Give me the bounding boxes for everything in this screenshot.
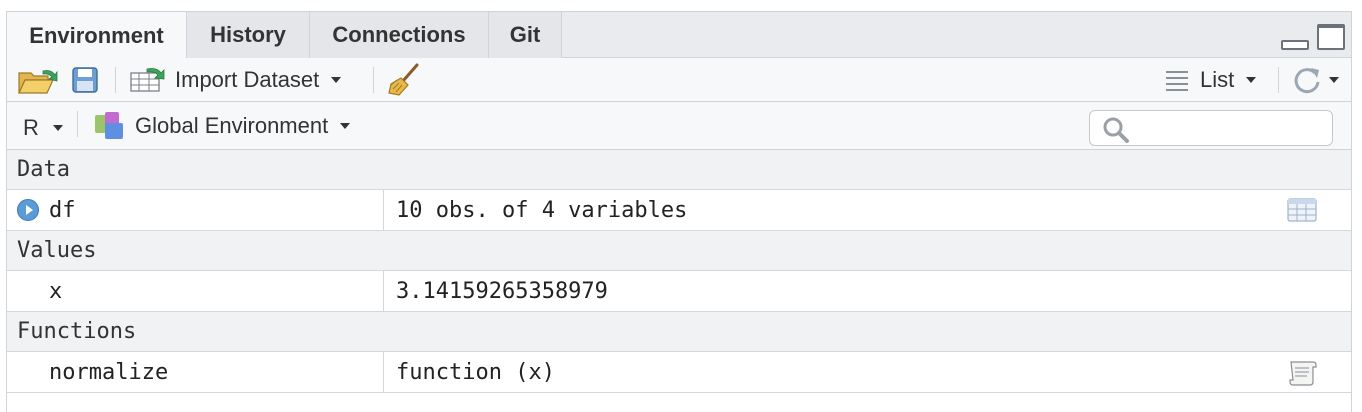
tab-environment[interactable]: Environment [7, 12, 187, 59]
environment-pane: Environment History Connections Git Impo… [6, 11, 1352, 412]
import-dataset-label: Import Dataset [175, 66, 320, 92]
column-divider [383, 352, 384, 392]
variable-name: df [49, 197, 76, 223]
chevron-down-icon [1246, 76, 1257, 83]
chevron-down-icon [331, 76, 342, 83]
view-mode-dropdown[interactable]: List [1165, 58, 1257, 101]
language-dropdown[interactable]: R [23, 102, 63, 149]
script-icon[interactable] [1287, 360, 1317, 386]
chevron-down-icon [340, 122, 351, 129]
table-grid-icon[interactable] [1287, 198, 1317, 222]
table-row[interactable]: df 10 obs. of 4 variables [7, 190, 1351, 231]
tab-git[interactable]: Git [489, 12, 562, 58]
tab-history[interactable]: History [187, 12, 310, 58]
toolbar-separator [77, 111, 78, 137]
column-divider [383, 190, 384, 230]
environment-dropdown[interactable]: Global Environment [93, 102, 351, 149]
chevron-down-icon [52, 124, 63, 131]
section-header-functions: Functions [7, 312, 1351, 352]
refresh-icon [1294, 67, 1320, 93]
column-divider [383, 271, 384, 311]
save-icon [72, 66, 98, 93]
toolbar-separator [373, 67, 374, 93]
list-view-icon [1166, 70, 1188, 91]
minimize-pane-button[interactable] [1281, 40, 1309, 50]
environment-label: Global Environment [135, 112, 329, 138]
variable-value: 3.14159265358979 [396, 278, 608, 304]
environment-toolbar: Import Dataset List [7, 58, 1351, 102]
scope-toolbar: R Global Environment [7, 102, 1351, 150]
environment-icon [95, 111, 123, 139]
section-header-values: Values [7, 231, 1351, 271]
toolbar-separator [115, 67, 116, 93]
search-icon [1103, 117, 1129, 143]
tab-bar: Environment History Connections Git [7, 12, 1351, 59]
table-row[interactable]: x 3.14159265358979 [7, 271, 1351, 312]
import-dataset-button[interactable]: Import Dataset [129, 58, 342, 101]
search-field[interactable] [1089, 110, 1333, 146]
load-workspace-button[interactable] [17, 58, 61, 101]
language-label: R [23, 114, 39, 140]
table-row[interactable]: normalize function (x) [7, 352, 1351, 393]
search-input[interactable] [1134, 115, 1324, 141]
section-header-data: Data [7, 150, 1351, 190]
import-dataset-icon [130, 67, 165, 92]
broom-icon [388, 63, 419, 96]
window-controls [1281, 24, 1345, 50]
toolbar-separator [1278, 67, 1279, 93]
open-folder-icon [18, 69, 58, 94]
chevron-down-icon [1329, 76, 1339, 83]
save-workspace-button[interactable] [71, 58, 99, 101]
refresh-button[interactable] [1291, 58, 1339, 101]
expand-icon[interactable] [17, 199, 39, 221]
view-mode-label: List [1200, 66, 1235, 92]
variable-name: x [49, 278, 63, 304]
variable-value: 10 obs. of 4 variables [396, 197, 688, 223]
variable-name: normalize [49, 359, 169, 385]
clear-workspace-button[interactable] [387, 58, 421, 101]
tab-connections[interactable]: Connections [310, 12, 489, 58]
variable-value: function (x) [396, 359, 555, 385]
maximize-pane-button[interactable] [1317, 24, 1345, 50]
environment-list: Data df 10 obs. of 4 variables Values x … [7, 150, 1351, 393]
